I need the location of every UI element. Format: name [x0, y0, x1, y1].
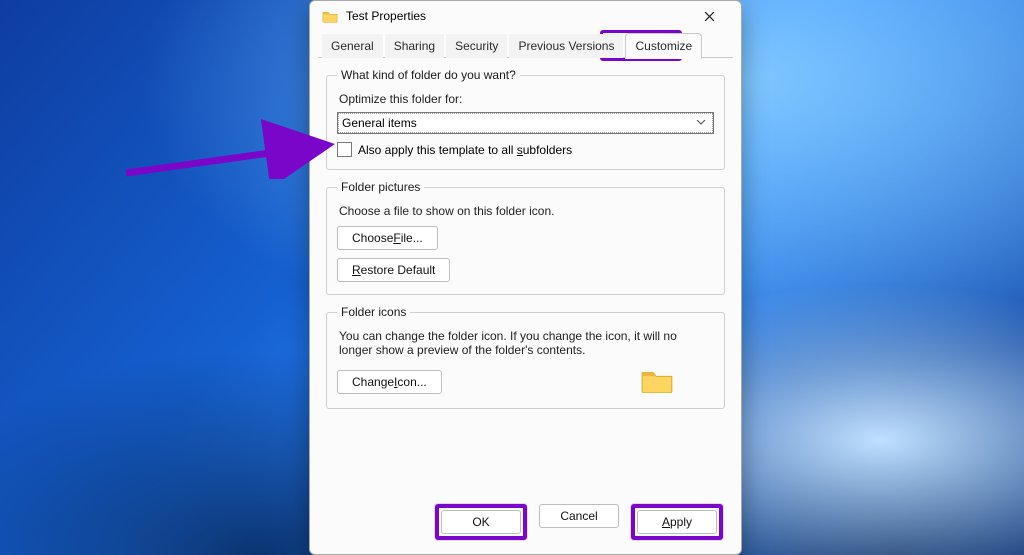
close-icon [704, 11, 715, 22]
dialog-buttons: OK Cancel Apply [435, 504, 723, 540]
properties-dialog: Test Properties General Sharing Security… [309, 0, 742, 555]
tab-content: What kind of folder do you want? Optimiz… [310, 58, 741, 409]
tab-customize[interactable]: Customize [625, 33, 702, 59]
tab-security[interactable]: Security [446, 34, 507, 58]
folder-preview-icon [640, 367, 674, 396]
folder-pictures-legend: Folder pictures [337, 180, 424, 194]
highlight-ok: OK [435, 504, 527, 540]
folder-pictures-group: Folder pictures Choose a file to show on… [326, 180, 725, 295]
desktop: Test Properties General Sharing Security… [0, 0, 1024, 555]
optimize-label: Optimize this folder for: [339, 92, 714, 106]
subfolders-label: Also apply this template to all subfolde… [358, 143, 572, 157]
subfolders-row[interactable]: Also apply this template to all subfolde… [337, 142, 714, 157]
tab-strip: General Sharing Security Previous Versio… [310, 33, 741, 58]
titlebar: Test Properties [310, 1, 741, 31]
folder-icons-desc: You can change the folder icon. If you c… [339, 329, 709, 357]
folder-icons-legend: Folder icons [337, 305, 410, 319]
restore-default-button[interactable]: Restore Default [337, 258, 450, 282]
tab-sharing[interactable]: Sharing [385, 34, 444, 58]
apply-button[interactable]: Apply [637, 510, 717, 534]
folder-icon [322, 9, 338, 23]
change-icon-button[interactable]: Change Icon... [337, 370, 442, 394]
annotation-arrow [120, 79, 340, 179]
folder-icons-group: Folder icons You can change the folder i… [326, 305, 725, 409]
window-title: Test Properties [346, 9, 426, 23]
cancel-button[interactable]: Cancel [539, 504, 619, 528]
subfolders-checkbox[interactable] [337, 142, 352, 157]
optimize-dropdown-value: General items [342, 116, 693, 130]
optimize-dropdown[interactable]: General items [337, 112, 714, 134]
folder-pictures-desc: Choose a file to show on this folder ico… [339, 204, 714, 218]
tab-previous-versions[interactable]: Previous Versions [509, 34, 623, 58]
tab-general[interactable]: General [322, 34, 383, 58]
ok-button[interactable]: OK [441, 510, 521, 534]
folder-kind-group: What kind of folder do you want? Optimiz… [326, 68, 725, 170]
close-button[interactable] [687, 3, 731, 29]
folder-kind-legend: What kind of folder do you want? [337, 68, 520, 82]
highlight-apply: Apply [631, 504, 723, 540]
choose-file-button[interactable]: Choose File... [337, 226, 438, 250]
chevron-down-icon [693, 116, 709, 130]
